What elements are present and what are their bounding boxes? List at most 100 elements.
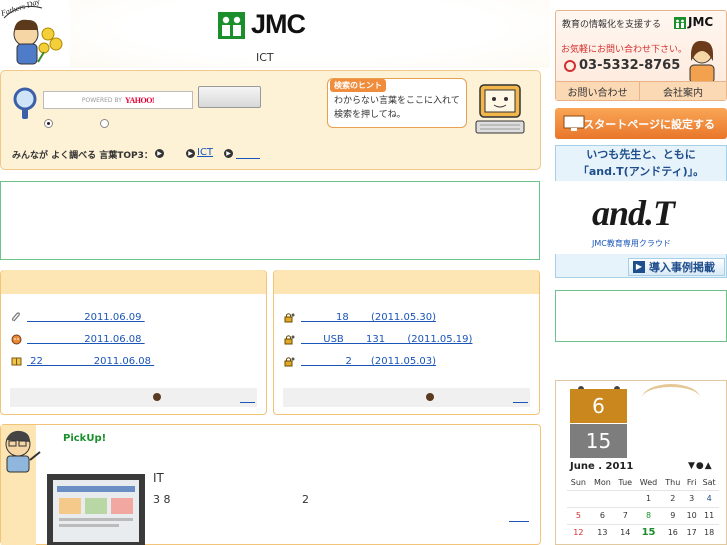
company-info-button[interactable]: 会社案内 bbox=[640, 81, 726, 100]
magnifier-icon bbox=[13, 87, 37, 119]
calendar-day[interactable]: 14 bbox=[615, 523, 636, 541]
news-header-left bbox=[1, 270, 266, 294]
calendar-month-tile: 6 bbox=[570, 389, 627, 423]
arrow-right-icon: ▶ bbox=[633, 261, 645, 273]
contact-subtitle: お気軽にお問い合わせ下さい。 bbox=[561, 45, 688, 55]
weekday-header: Thu bbox=[665, 478, 681, 488]
mascot-icon bbox=[11, 334, 22, 345]
weekday-header: Mon bbox=[593, 478, 611, 488]
pickup-text-2: 2 bbox=[302, 493, 309, 506]
top3-link-2[interactable] bbox=[236, 147, 260, 159]
weekday-header: Sat bbox=[702, 478, 716, 488]
calendar-day[interactable] bbox=[615, 489, 636, 507]
calendar-title: June . 2011 bbox=[570, 461, 634, 472]
pickup-heading[interactable]: IT bbox=[153, 471, 164, 485]
lock-person-icon bbox=[284, 335, 295, 345]
calendar-day[interactable]: 16 bbox=[661, 523, 685, 541]
calendar-day[interactable]: 2 bbox=[661, 489, 685, 507]
ict-tagline: ICT bbox=[256, 51, 274, 64]
calendar-day[interactable]: 8 bbox=[635, 506, 662, 524]
arrow-right-icon bbox=[153, 393, 161, 401]
andt-headline-1: いつも先生と、ともに bbox=[586, 148, 696, 161]
yahoo-logo: YAHOO! bbox=[124, 95, 155, 105]
calendar-day[interactable]: 4 bbox=[699, 489, 719, 507]
teacher-mascot-icon bbox=[5, 430, 41, 473]
calendar-day[interactable]: 13 bbox=[589, 523, 616, 541]
logo-text: JMC bbox=[251, 9, 306, 39]
search-hint-title: 検索のヒント bbox=[330, 79, 386, 92]
fathers-day-illustration: Fathers Day bbox=[0, 0, 63, 65]
weekday-header: Fri bbox=[686, 478, 697, 488]
news-left-item-2[interactable]: 2011.06.08 bbox=[27, 334, 145, 345]
search-button[interactable] bbox=[198, 86, 261, 108]
inquiry-button[interactable]: お問い合わせ bbox=[556, 81, 640, 100]
news-right-item-2[interactable]: USB 131 (2011.05.19) bbox=[301, 334, 472, 345]
calendar-decor-arc bbox=[642, 384, 700, 412]
paperclip-icon bbox=[11, 312, 20, 322]
calendar-day[interactable]: 6 bbox=[589, 506, 616, 524]
pickup-text-1: 3 8 bbox=[153, 493, 171, 506]
calendar-day[interactable]: 18 bbox=[699, 523, 719, 541]
arrow-right-icon bbox=[426, 393, 434, 401]
search-radio-option-2[interactable] bbox=[100, 119, 109, 128]
calendar-day[interactable]: 11 bbox=[699, 506, 719, 524]
andt-case-label: 導入事例掲載 bbox=[649, 261, 715, 274]
contact-logo-text: JMC bbox=[688, 15, 714, 29]
news-header-right bbox=[274, 270, 539, 294]
andt-logo: and.T bbox=[592, 193, 675, 233]
calendar-nav-controls[interactable]: ▼●▲ bbox=[688, 461, 713, 471]
book-icon bbox=[11, 357, 22, 366]
calendar-day[interactable]: 9 bbox=[661, 506, 685, 524]
news-left-more-link[interactable] bbox=[240, 392, 255, 403]
contact-jmc-logo: JMC bbox=[674, 15, 716, 30]
andt-case-studies-button[interactable]: ▶ 導入事例掲載 bbox=[628, 258, 725, 276]
contact-phone[interactable]: 03-5332-8765 bbox=[564, 58, 680, 73]
andt-cloud-caption: JMC教育専用クラウド bbox=[592, 239, 671, 248]
calendar-day[interactable]: 3 bbox=[684, 489, 700, 507]
search-hint-text: わからない言葉をここに入れて検索を押してね。 bbox=[334, 96, 460, 120]
set-start-page-label: スタートページに設定する bbox=[583, 117, 715, 131]
news-left-item-3[interactable]: 22 2011.06.08 bbox=[27, 356, 154, 367]
top3-link-1[interactable]: ICT bbox=[197, 147, 213, 158]
lock-person-icon bbox=[284, 357, 295, 367]
news-right-more-link[interactable] bbox=[513, 392, 528, 403]
search-input-badge-prefix: POWERED BY bbox=[81, 96, 122, 104]
search-radio-option-1[interactable] bbox=[44, 119, 53, 128]
main-content-box bbox=[0, 181, 540, 260]
calendar-day[interactable] bbox=[589, 489, 616, 507]
monitor-icon bbox=[563, 115, 585, 131]
calendar-day-tile: 15 bbox=[570, 424, 627, 458]
calendar-day[interactable]: 17 bbox=[684, 523, 700, 541]
arrow-right-icon: ▶ bbox=[224, 149, 233, 158]
operator-lady-icon bbox=[689, 40, 715, 83]
arrow-right-icon: ▶ bbox=[155, 149, 164, 158]
calendar-day[interactable]: 7 bbox=[615, 506, 636, 524]
contact-phone-number: 03-5332-8765 bbox=[579, 58, 681, 73]
search-input[interactable]: POWERED BY YAHOO! bbox=[43, 91, 193, 109]
calendar-grid: Sun Mon Tue Wed Thu Fri Sat 1 2 3 4 5 6 … bbox=[567, 476, 719, 541]
calendar-day[interactable]: 10 bbox=[684, 506, 700, 524]
phone-icon bbox=[564, 59, 576, 72]
arrow-right-icon: ▶ bbox=[186, 149, 195, 158]
calendar-day[interactable]: 12 bbox=[567, 523, 590, 541]
andt-headline-2: 「and.T(アンドティ)」。 bbox=[577, 165, 705, 178]
news-right-more-bar bbox=[283, 388, 530, 407]
computer-mascot-icon bbox=[475, 84, 525, 134]
jmc-logo[interactable]: JMC bbox=[218, 9, 314, 41]
calendar-day[interactable]: 1 bbox=[635, 489, 662, 507]
weekday-header: Wed bbox=[639, 478, 658, 488]
weekday-header: Sun bbox=[570, 478, 586, 488]
pickup-title: PickUp! bbox=[63, 433, 107, 444]
contact-tagline: 教育の情報化を支援する bbox=[562, 20, 662, 30]
news-left-item-1[interactable]: 2011.06.09 bbox=[27, 312, 145, 323]
calendar-day[interactable] bbox=[567, 489, 590, 507]
calendar-day[interactable]: 5 bbox=[567, 506, 590, 524]
weekday-header: Tue bbox=[618, 478, 633, 488]
calendar-day-today[interactable]: 15 bbox=[635, 523, 662, 541]
news-right-item-1[interactable]: 18 (2011.05.30) bbox=[301, 312, 436, 323]
pickup-photo[interactable] bbox=[47, 474, 145, 545]
news-right-item-3[interactable]: 2 (2011.05.03) bbox=[301, 356, 437, 367]
news-left-more-bar bbox=[10, 388, 257, 407]
pickup-more-link[interactable] bbox=[509, 513, 529, 522]
lock-person-icon bbox=[284, 313, 295, 323]
